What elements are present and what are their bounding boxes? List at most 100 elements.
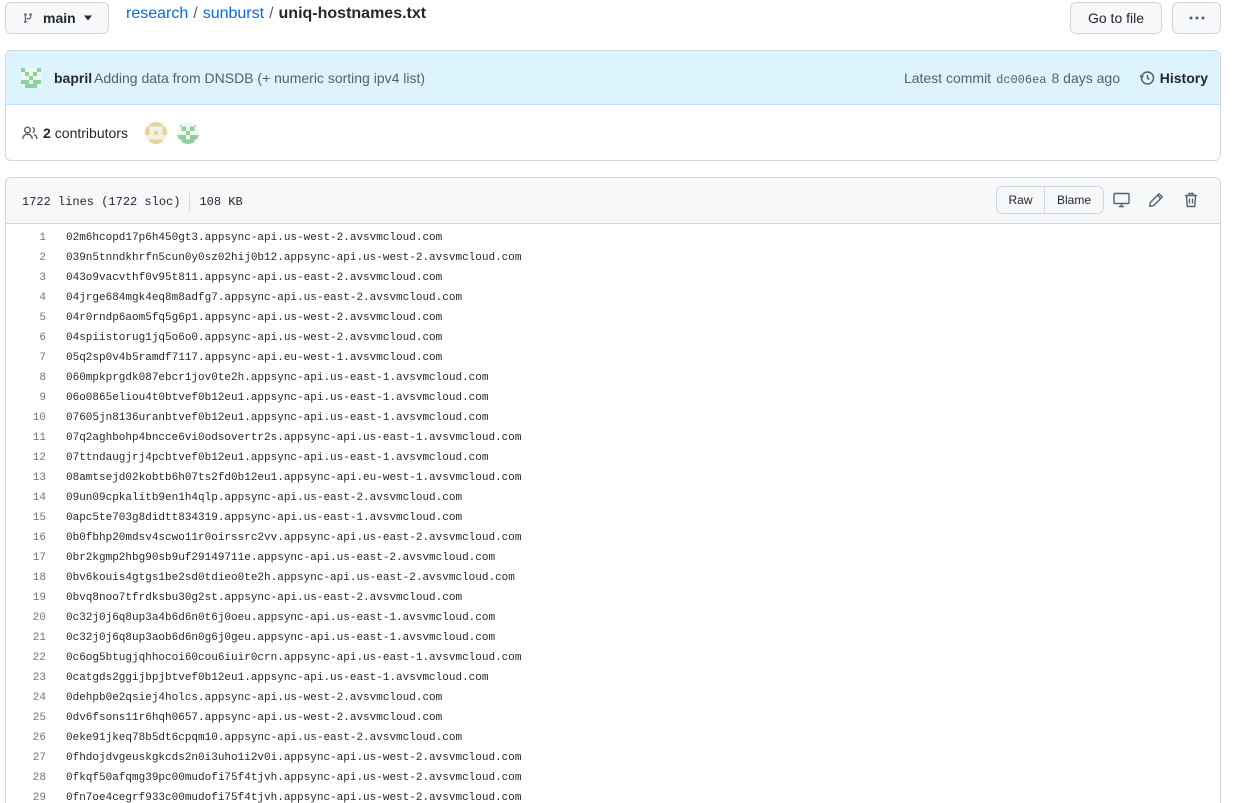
file-size: 108 KB: [199, 195, 243, 209]
line-number[interactable]: 21: [6, 632, 46, 644]
code-line: 20 0c32j0j6q8up3a4b6d6n0t6j0oeu.appsync-a…: [6, 608, 1220, 628]
line-number[interactable]: 2: [6, 252, 46, 264]
file-lines-info: 1722 lines (1722 sloc): [22, 195, 181, 209]
code-line: 22 0c6og5btugjqhhocoi60cou6iuir0crn.appsy…: [6, 648, 1220, 668]
line-number[interactable]: 13: [6, 472, 46, 484]
line-number[interactable]: 17: [6, 552, 46, 564]
code-listing: 1 02m6hcopd17p6h450gt3.appsync-api.us-wes…: [6, 224, 1220, 803]
line-content: 02m6hcopd17p6h450gt3.appsync-api.us-west…: [66, 232, 443, 244]
line-content: 0c32j0j6q8up3aob6d6n0g6j0geu.appsync-api…: [66, 632, 496, 644]
line-number[interactable]: 20: [6, 612, 46, 624]
file-viewer: 1722 lines (1722 sloc) 108 KB Raw Blame …: [5, 177, 1221, 803]
blame-button[interactable]: Blame: [1045, 187, 1103, 213]
edit-file-button[interactable]: [1147, 191, 1165, 209]
line-number[interactable]: 15: [6, 512, 46, 524]
code-line: 23 0catgds2ggijbpjbtvef0b12eu1.appsync-ap…: [6, 668, 1220, 688]
line-content: 0c32j0j6q8up3a4b6d6n0t6j0oeu.appsync-api…: [66, 612, 496, 624]
line-content: 0bv6kouis4gtgs1be2sd0tdieo0te2h.appsync-…: [66, 572, 515, 584]
trash-icon: [1185, 192, 1197, 208]
code-line: 1 02m6hcopd17p6h450gt3.appsync-api.us-wes…: [6, 228, 1220, 248]
contributors-link[interactable]: 2 contributors: [22, 125, 128, 141]
code-line: 26 0eke91jkeq78b5dt6cpqm10.appsync-api.us…: [6, 728, 1220, 748]
breadcrumb-repo-link[interactable]: research: [126, 5, 188, 23]
line-number[interactable]: 22: [6, 652, 46, 664]
commit-time: 8 days ago: [1051, 70, 1121, 86]
code-line: 16 0b0fbhp20mdsv4scwo11r0oirssrc2vv.appsy…: [6, 528, 1220, 548]
breadcrumb-folder-link[interactable]: sunburst: [203, 5, 264, 23]
line-number[interactable]: 7: [6, 352, 46, 364]
branch-icon: [24, 13, 32, 23]
code-line: 10 07605jn8136uranbtvef0b12eu1.appsync-ap…: [6, 408, 1220, 428]
line-content: 0b0fbhp20mdsv4scwo11r0oirssrc2vv.appsync…: [66, 532, 522, 544]
line-number[interactable]: 12: [6, 452, 46, 464]
line-number[interactable]: 14: [6, 492, 46, 504]
pencil-icon: [1149, 193, 1163, 207]
line-number[interactable]: 6: [6, 332, 46, 344]
line-number[interactable]: 23: [6, 672, 46, 684]
line-content: 0dv6fsons11r6hqh0657.appsync-api.us-west…: [66, 712, 443, 724]
code-line: 28 0fkqf50afqmg39pc00mudofi75f4tjvh.appsy…: [6, 768, 1220, 788]
line-content: 0c6og5btugjqhhocoi60cou6iuir0crn.appsync…: [66, 652, 522, 664]
code-line: 7 05q2sp0v4b5ramdf7117.appsync-api.eu-wes…: [6, 348, 1220, 368]
people-icon: [22, 126, 38, 140]
code-line: 2 039n5tnndkhrfn5cun0y0sz02hij0b12.appsyn…: [6, 248, 1220, 268]
line-content: 0fn7oe4cegrf933c00mudofi75f4tjvh.appsync…: [66, 792, 522, 803]
line-content: 05q2sp0v4b5ramdf7117.appsync-api.eu-west…: [66, 352, 443, 364]
more-options-button[interactable]: [1172, 2, 1221, 34]
history-link[interactable]: History: [1139, 70, 1208, 86]
code-line: 8 060mpkprgdk087ebcr1jov0te2h.appsync-api…: [6, 368, 1220, 388]
line-number[interactable]: 16: [6, 532, 46, 544]
contributors-count: 2: [43, 125, 51, 141]
line-number[interactable]: 26: [6, 732, 46, 744]
line-number[interactable]: 11: [6, 432, 46, 444]
code-line: 27 0fhdojdvgeuskgkcds2n0i3uho1i2v0i.appsy…: [6, 748, 1220, 768]
line-number[interactable]: 18: [6, 572, 46, 584]
line-number[interactable]: 27: [6, 752, 46, 764]
line-number[interactable]: 9: [6, 392, 46, 404]
author-avatar[interactable]: [21, 68, 41, 88]
file-info: 1722 lines (1722 sloc) 108 KB: [22, 193, 243, 211]
commit-sha-link[interactable]: dc006ea: [996, 73, 1046, 87]
line-number[interactable]: 10: [6, 412, 46, 424]
line-content: 07605jn8136uranbtvef0b12eu1.appsync-api.…: [66, 412, 489, 424]
line-content: 07q2aghbohp4bncce6vi0odsovertr2s.appsync…: [66, 432, 522, 444]
line-content: 06o0865eliou4t0btvef0b12eu1.appsync-api.…: [66, 392, 489, 404]
breadcrumb-separator: /: [269, 5, 274, 22]
line-number[interactable]: 3: [6, 272, 46, 284]
commit-author-link[interactable]: bapril: [54, 70, 92, 86]
branch-select-button[interactable]: main: [5, 2, 109, 34]
line-number[interactable]: 8: [6, 372, 46, 384]
file-header: 1722 lines (1722 sloc) 108 KB Raw Blame: [6, 178, 1220, 224]
line-number[interactable]: 19: [6, 592, 46, 604]
code-line: 3 043o9vacvthf0v95t811.appsync-api.us-eas…: [6, 268, 1220, 288]
line-number[interactable]: 24: [6, 692, 46, 704]
line-number[interactable]: 28: [6, 772, 46, 784]
commit-message-link[interactable]: Adding data from DNSDB (+ numeric sortin…: [94, 70, 425, 86]
breadcrumb: research / sunburst / uniq-hostnames.txt: [126, 5, 426, 23]
code-line: 18 0bv6kouis4gtgs1be2sd0tdieo0te2h.appsyn…: [6, 568, 1220, 588]
latest-commit-box: bapril Adding data from DNSDB (+ numeric…: [5, 50, 1221, 161]
line-number[interactable]: 29: [6, 792, 46, 803]
code-line: 19 0bvq8noo7tfrdksbu30g2st.appsync-api.us…: [6, 588, 1220, 608]
go-to-file-button[interactable]: Go to file: [1070, 2, 1162, 34]
line-number[interactable]: 1: [6, 232, 46, 244]
code-line: 17 0br2kgmp2hbg90sb9uf29149711e.appsync-a…: [6, 548, 1220, 568]
line-number[interactable]: 25: [6, 712, 46, 724]
open-desktop-button[interactable]: [1112, 191, 1130, 209]
caret-down-icon: [83, 15, 92, 21]
contributor-avatar[interactable]: [145, 122, 167, 144]
code-line: 14 09un09cpkalitb9en1h4qlp.appsync-api.us…: [6, 488, 1220, 508]
raw-button[interactable]: Raw: [997, 187, 1045, 213]
contributor-avatar[interactable]: [177, 122, 199, 144]
line-content: 043o9vacvthf0v95t811.appsync-api.us-east…: [66, 272, 443, 284]
line-number[interactable]: 4: [6, 292, 46, 304]
code-line: 13 08amtsejd02kobtb6h07ts2fd0b12eu1.appsy…: [6, 468, 1220, 488]
code-line: 5 04r0rndp6aom5fq5g6p1.appsync-api.us-wes…: [6, 308, 1220, 328]
contributors-row: 2 contributors: [6, 105, 1220, 160]
line-content: 0dehpb0e2qsiej4holcs.appsync-api.us-west…: [66, 692, 443, 704]
line-number[interactable]: 5: [6, 312, 46, 324]
line-content: 04r0rndp6aom5fq5g6p1.appsync-api.us-west…: [66, 312, 443, 324]
code-line: 6 04spiistorug1jq5o6o0.appsync-api.us-wes…: [6, 328, 1220, 348]
delete-file-button[interactable]: [1182, 191, 1200, 209]
line-content: 0bvq8noo7tfrdksbu30g2st.appsync-api.us-e…: [66, 592, 463, 604]
